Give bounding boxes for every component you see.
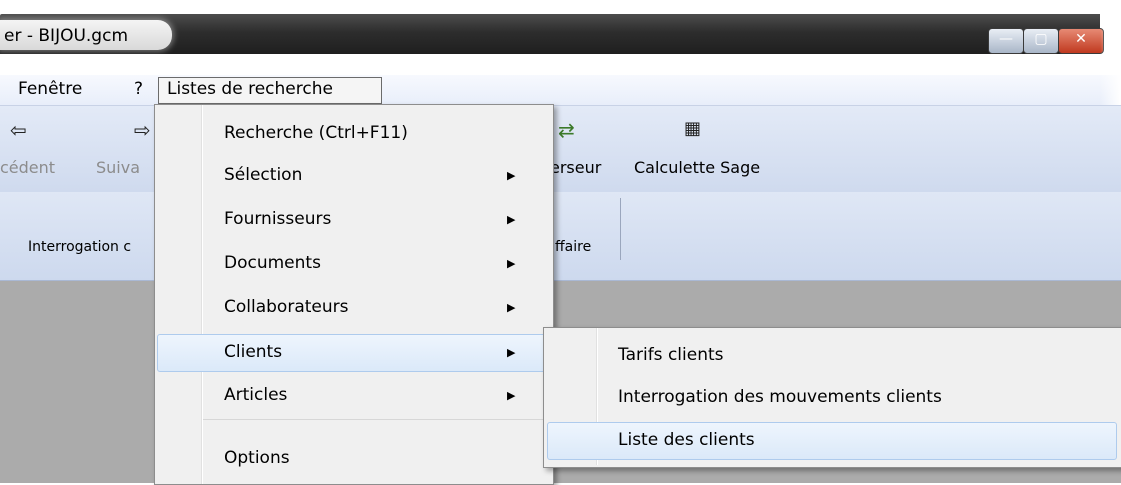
submenu-item-label: Liste des clients — [618, 430, 755, 450]
calculator-icon: ▦ — [684, 118, 702, 139]
menu-item-selection[interactable]: Sélection ▶ — [157, 157, 549, 195]
submenu-arrow-icon: ▶ — [507, 169, 516, 182]
ribbon-interrogation[interactable]: Interrogation c — [28, 239, 131, 255]
submenu-arrow-icon: ▶ — [507, 301, 516, 314]
menu-item-label: Articles — [224, 385, 288, 405]
ribbon-affaire[interactable]: ffaire — [555, 239, 591, 255]
submenu-arrow-icon: ▶ — [507, 257, 516, 270]
menu-item-options[interactable]: Options — [157, 440, 549, 478]
menu-item-articles[interactable]: Articles ▶ — [157, 377, 549, 415]
menu-item-fournisseurs[interactable]: Fournisseurs ▶ — [157, 201, 549, 239]
menu-help[interactable]: ? — [134, 79, 143, 99]
arrow-right-icon: ⇨ — [134, 118, 151, 142]
menu-item-label: Documents — [224, 253, 321, 273]
minimize-icon: — — [999, 31, 1013, 47]
submenu-item-interrogation-mouvements[interactable]: Interrogation des mouvements clients — [547, 379, 1117, 417]
transfer-icon: ⇄ — [558, 118, 575, 142]
close-icon: ✕ — [1075, 31, 1087, 47]
title-gap — [0, 54, 1121, 75]
submenu-item-liste-des-clients[interactable]: Liste des clients — [547, 422, 1117, 460]
maximize-icon: ▢ — [1034, 31, 1048, 47]
submenu-item-tarifs-clients[interactable]: Tarifs clients — [547, 337, 1117, 375]
menu-bar: Fenêtre ? Listes de recherche — [0, 75, 1121, 106]
minimize-button[interactable]: — — [988, 28, 1024, 54]
arrow-left-icon: ⇦ — [10, 118, 27, 142]
menu-item-label: Options — [224, 448, 290, 468]
maximize-button[interactable]: ▢ — [1023, 28, 1059, 54]
toolbar-next-label: Suiva — [96, 158, 141, 177]
ribbon-separator — [620, 198, 621, 260]
close-button[interactable]: ✕ — [1058, 28, 1104, 54]
menu-item-label: Recherche (Ctrl+F11) — [224, 123, 408, 143]
menu-listes-de-recherche[interactable]: Listes de recherche — [167, 79, 333, 99]
window-title-bar[interactable]: er - BIJOU.gcm — ▢ ✕ — [0, 14, 1104, 54]
submenu-arrow-icon: ▶ — [507, 213, 516, 226]
submenu-arrow-icon: ▶ — [507, 389, 516, 402]
submenu-item-label: Interrogation des mouvements clients — [618, 387, 942, 407]
toolbar-previous-label: cédent — [0, 158, 56, 177]
menu-item-label: Fournisseurs — [224, 209, 332, 229]
window-edge-glow — [1100, 0, 1121, 105]
menu-item-documents[interactable]: Documents ▶ — [157, 245, 549, 283]
listes-dropdown-menu: Recherche (Ctrl+F11) Sélection ▶ Fournis… — [154, 104, 554, 485]
menu-fenetre[interactable]: Fenêtre — [18, 79, 82, 99]
menu-item-label: Sélection — [224, 165, 303, 185]
menu-separator — [203, 419, 547, 420]
menu-item-collaborateurs[interactable]: Collaborateurs ▶ — [157, 289, 549, 327]
clients-submenu: Tarifs clients Interrogation des mouveme… — [543, 327, 1121, 468]
menu-item-label: Collaborateurs — [224, 297, 349, 317]
window-title: er - BIJOU.gcm — [4, 26, 129, 46]
menu-item-recherche[interactable]: Recherche (Ctrl+F11) — [157, 115, 549, 153]
menu-item-clients[interactable]: Clients ▶ — [157, 334, 549, 372]
toolbar-calculator-label: Calculette Sage — [634, 158, 761, 177]
submenu-arrow-icon: ▶ — [507, 346, 516, 359]
toolbar-transfer-label: erseur — [550, 158, 602, 177]
menu-item-label: Clients — [224, 342, 283, 362]
submenu-item-label: Tarifs clients — [618, 345, 724, 365]
